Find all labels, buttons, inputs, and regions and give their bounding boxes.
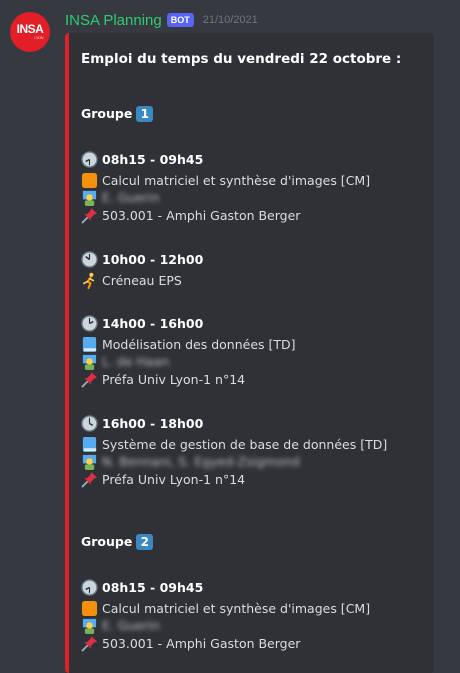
- blue-book-icon: [82, 436, 97, 453]
- avatar-logo-subtext: LYON: [34, 35, 43, 40]
- teacher-icon: [82, 618, 97, 634]
- teacher-icon: [82, 190, 97, 206]
- slot-time-text: 08h15 - 09h45: [102, 151, 204, 167]
- clock-two-icon: [81, 315, 98, 332]
- group-heading-2: Groupe 2: [81, 534, 154, 550]
- slot-teacher: L. de Haan: [81, 353, 169, 370]
- slot-room: 503.001 - Amphi Gaston Berger: [81, 635, 300, 652]
- bot-avatar[interactable]: INSA LYON: [10, 12, 50, 52]
- slot-teacher-text: E. Guerin: [102, 617, 160, 633]
- avatar-logo-text: INSA: [16, 22, 44, 36]
- slot-time: 16h00 - 18h00: [81, 415, 203, 432]
- slot-course: Calcul matriciel et synthèse d'images [C…: [81, 600, 370, 617]
- orange-square-icon: [81, 172, 98, 189]
- slot-time-text: 10h00 - 12h00: [102, 251, 204, 267]
- pushpin-icon: [81, 635, 98, 652]
- group-label: Groupe: [81, 106, 133, 121]
- group-number-badge: 1: [136, 106, 154, 122]
- slot-teacher: E. Guerin: [81, 189, 160, 206]
- slot-course: Créneau EPS: [81, 272, 182, 289]
- runner-icon: [82, 272, 95, 289]
- slot-teacher-text: L. de Haan: [102, 353, 170, 369]
- slot-room-text: Préfa Univ Lyon-1 n°14: [102, 471, 246, 487]
- teacher-icon: [82, 354, 97, 370]
- schedule-embed: Emploi du temps du vendredi 22 octobre :…: [65, 33, 434, 673]
- slot-course-text: Calcul matriciel et synthèse d'images [C…: [102, 600, 371, 616]
- pushpin-icon: [81, 207, 98, 224]
- slot-time: 14h00 - 16h00: [81, 315, 203, 332]
- embed-title: Emploi du temps du vendredi 22 octobre :: [81, 51, 402, 67]
- pushpin-icon: [81, 371, 98, 388]
- slot-teacher: E. Guerin: [81, 617, 160, 634]
- slot-teacher: N. Bennani, S. Egyed-Zsigmond: [81, 453, 300, 470]
- slot-course-text: Modélisation des données [TD]: [102, 336, 296, 352]
- slot-room-text: 503.001 - Amphi Gaston Berger: [102, 207, 301, 223]
- slot-time: 08h15 - 09h45: [81, 151, 203, 168]
- slot-time-text: 08h15 - 09h45: [102, 579, 204, 595]
- group-heading-1: Groupe 1: [81, 106, 154, 122]
- bot-badge: BOT: [166, 13, 194, 27]
- slot-teacher-text: E. Guerin: [102, 189, 160, 205]
- slot-room: Préfa Univ Lyon-1 n°14: [81, 471, 245, 488]
- group-number-badge: 2: [136, 534, 154, 550]
- slot-course-text: Calcul matriciel et synthèse d'images [C…: [102, 172, 371, 188]
- slot-room: Préfa Univ Lyon-1 n°14: [81, 371, 245, 388]
- message-timestamp[interactable]: 21/10/2021: [203, 14, 258, 26]
- username[interactable]: INSA Planning: [65, 12, 162, 29]
- slot-room-text: Préfa Univ Lyon-1 n°14: [102, 371, 246, 387]
- clock-eight-thirty-icon: [81, 579, 98, 596]
- message-header: INSA Planning BOT 21/10/2021: [65, 10, 258, 30]
- slot-course: Modélisation des données [TD]: [81, 336, 296, 353]
- slot-course: Système de gestion de base de données [T…: [81, 436, 387, 453]
- group-label: Groupe: [81, 534, 133, 549]
- slot-time-text: 16h00 - 18h00: [102, 415, 204, 431]
- slot-course-text: Créneau EPS: [102, 272, 182, 288]
- clock-four-icon: [81, 415, 98, 432]
- slot-time: 10h00 - 12h00: [81, 251, 203, 268]
- orange-square-icon: [81, 600, 98, 617]
- slot-room-text: 503.001 - Amphi Gaston Berger: [102, 635, 301, 651]
- slot-teacher-text: N. Bennani, S. Egyed-Zsigmond: [102, 453, 300, 469]
- pushpin-icon: [81, 471, 98, 488]
- clock-eight-thirty-icon: [81, 151, 98, 168]
- slot-time-text: 14h00 - 16h00: [102, 315, 204, 331]
- slot-time: 08h15 - 09h45: [81, 579, 203, 596]
- clock-ten-icon: [81, 251, 98, 268]
- slot-room: 503.001 - Amphi Gaston Berger: [81, 207, 300, 224]
- slot-course: Calcul matriciel et synthèse d'images [C…: [81, 172, 370, 189]
- blue-book-icon: [82, 336, 97, 353]
- slot-course-text: Système de gestion de base de données [T…: [102, 436, 388, 452]
- teacher-icon: [82, 454, 97, 470]
